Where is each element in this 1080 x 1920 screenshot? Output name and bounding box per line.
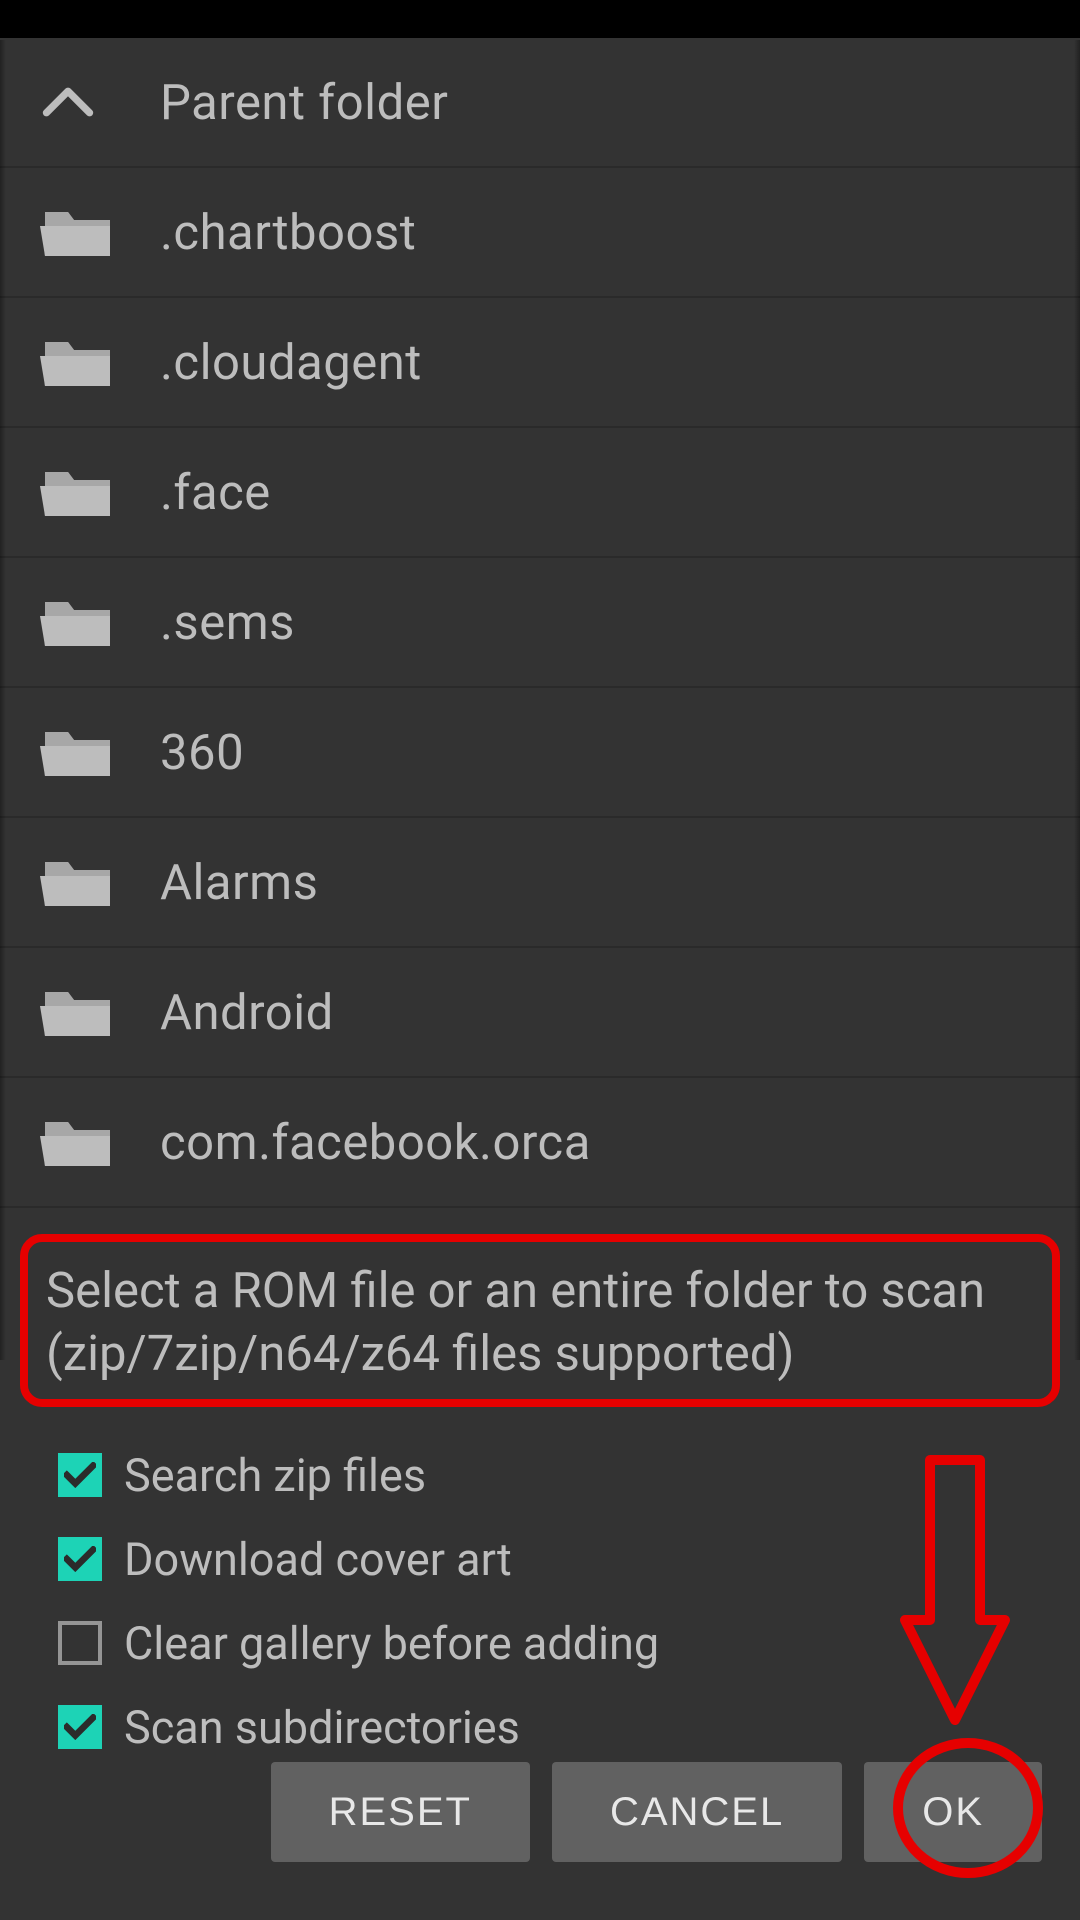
checkbox-cover-art[interactable]: [58, 1537, 102, 1581]
folder-icon: [40, 202, 160, 262]
folder-icon: [40, 852, 160, 912]
folder-name: .chartboost: [160, 204, 416, 261]
option-label: Scan subdirectories: [124, 1701, 520, 1754]
option-download-cover-art[interactable]: Download cover art: [58, 1517, 1022, 1601]
cancel-button[interactable]: CANCEL: [552, 1762, 842, 1862]
folder-row[interactable]: 360: [0, 688, 1080, 818]
folder-name: 360: [160, 724, 244, 781]
chevron-up-icon: [40, 84, 160, 120]
option-search-zip[interactable]: Search zip files: [58, 1433, 1022, 1517]
option-label: Download cover art: [124, 1533, 512, 1586]
folder-row[interactable]: .sems: [0, 558, 1080, 688]
folder-name: .cloudagent: [160, 334, 422, 391]
dialog-buttons: RESET CANCEL OK: [271, 1762, 1042, 1862]
folder-icon: [40, 1112, 160, 1172]
folder-row[interactable]: .cloudagent: [0, 298, 1080, 428]
folder-name: Alarms: [160, 854, 318, 911]
instruction-box: Select a ROM file or an entire folder to…: [20, 1234, 1060, 1407]
folder-icon: [40, 722, 160, 782]
folder-row[interactable]: Android: [0, 948, 1080, 1078]
parent-folder-label: Parent folder: [160, 74, 448, 131]
instruction-text: Select a ROM file or an entire folder to…: [46, 1260, 1034, 1385]
checkbox-clear-gallery[interactable]: [58, 1621, 102, 1665]
status-bar: [0, 0, 1080, 38]
folder-row[interactable]: .chartboost: [0, 168, 1080, 298]
checkbox-scan-subdirs[interactable]: [58, 1705, 102, 1749]
folder-row[interactable]: Alarms: [0, 818, 1080, 948]
folder-name: Android: [160, 984, 334, 1041]
folder-row[interactable]: .face: [0, 428, 1080, 558]
option-scan-subdirectories[interactable]: Scan subdirectories: [58, 1685, 1022, 1769]
folder-row[interactable]: com.facebook.orca: [0, 1078, 1080, 1208]
checkbox-search-zip[interactable]: [58, 1453, 102, 1497]
parent-folder-row[interactable]: Parent folder: [0, 38, 1080, 168]
folder-icon: [40, 462, 160, 522]
scan-options: Search zip files Download cover art Clea…: [0, 1417, 1080, 1769]
option-clear-gallery[interactable]: Clear gallery before adding: [58, 1601, 1022, 1685]
folder-name: .face: [160, 464, 271, 521]
reset-button[interactable]: RESET: [271, 1762, 530, 1862]
folder-icon: [40, 592, 160, 652]
folder-name: .sems: [160, 594, 295, 651]
option-label: Search zip files: [124, 1449, 426, 1502]
folder-name: com.facebook.orca: [160, 1114, 591, 1171]
folder-icon: [40, 982, 160, 1042]
folder-icon: [40, 332, 160, 392]
option-label: Clear gallery before adding: [124, 1617, 659, 1670]
file-browser-list: Parent folder .chartboost .cloudagent .f…: [0, 38, 1080, 1208]
ok-button[interactable]: OK: [864, 1762, 1042, 1862]
